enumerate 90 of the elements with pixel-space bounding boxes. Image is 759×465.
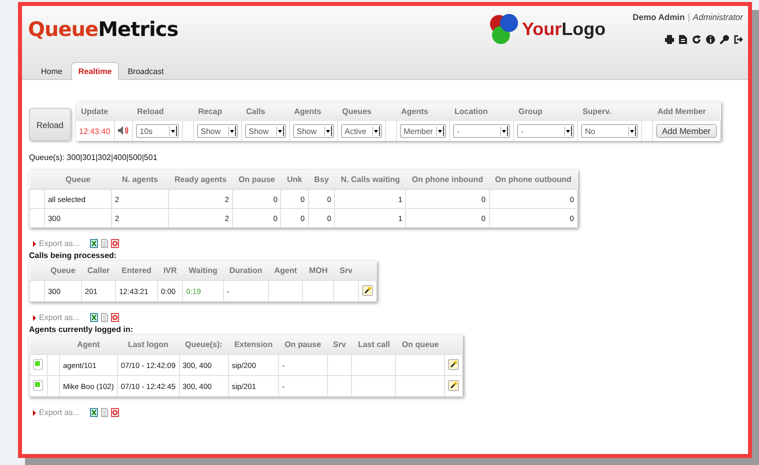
column-header: Recap bbox=[198, 107, 222, 116]
column-header: Ready agents bbox=[174, 175, 227, 184]
column-header: Reload bbox=[137, 107, 164, 116]
column-header: Last call bbox=[358, 340, 390, 349]
export-link[interactable]: Export as... bbox=[39, 313, 80, 322]
column-header: On queue bbox=[402, 340, 439, 349]
pdf-icon[interactable] bbox=[111, 408, 120, 417]
reload-button[interactable]: Reload bbox=[29, 108, 71, 141]
key-icon[interactable] bbox=[720, 35, 729, 44]
export-link[interactable]: Export as... bbox=[39, 408, 80, 417]
spreadsheet-icon[interactable] bbox=[90, 239, 98, 248]
spreadsheet-icon[interactable] bbox=[90, 408, 98, 417]
speaker-icon[interactable] bbox=[118, 126, 129, 134]
column-header: Bsy bbox=[314, 175, 329, 184]
column-header: On phone outbound bbox=[495, 175, 572, 184]
column-header: Agents bbox=[401, 107, 428, 116]
column-header: N. Calls waiting bbox=[340, 175, 400, 184]
column-header: Unk bbox=[286, 175, 302, 184]
user-name: Demo Admin bbox=[632, 12, 685, 22]
column-header: Add Member bbox=[657, 107, 706, 116]
dropdown[interactable]: No bbox=[580, 124, 638, 138]
dropdown[interactable]: Member bbox=[400, 124, 446, 138]
tab[interactable]: Broadcast bbox=[120, 62, 171, 80]
logout-icon[interactable] bbox=[734, 35, 743, 44]
document-icon[interactable] bbox=[679, 35, 687, 44]
caret-icon bbox=[630, 130, 634, 132]
dropdown[interactable]: Show bbox=[196, 124, 238, 138]
user-role: Administrator bbox=[692, 12, 743, 22]
dropdown[interactable]: - bbox=[516, 124, 574, 138]
section-title: Calls being processed: bbox=[29, 251, 118, 260]
column-header: Srv bbox=[333, 340, 346, 349]
column-header: On phone inbound bbox=[412, 175, 484, 184]
column-header: Agent bbox=[77, 340, 100, 349]
queue-list: Queue(s): 300|301|302|400|500|501 bbox=[29, 153, 748, 162]
pencil-icon[interactable] bbox=[362, 284, 374, 296]
spreadsheet-icon[interactable] bbox=[90, 313, 98, 322]
update-time: 12:43:40 bbox=[79, 126, 110, 136]
triangle-icon bbox=[33, 314, 36, 320]
caret-icon bbox=[438, 130, 442, 132]
column-header: N. agents bbox=[122, 175, 158, 184]
app-logo: QueueMetrics bbox=[28, 17, 178, 41]
tab[interactable]: Home bbox=[34, 62, 70, 80]
dropdown[interactable]: Show bbox=[292, 124, 334, 138]
column-header: On pause bbox=[238, 175, 275, 184]
column-header: On pause bbox=[284, 340, 322, 349]
dropdown[interactable]: 10s bbox=[136, 124, 179, 138]
column-header: Extension bbox=[234, 340, 273, 349]
column-header: Caller bbox=[87, 266, 110, 275]
column-header: Agents bbox=[294, 107, 322, 116]
info-icon[interactable] bbox=[706, 35, 715, 44]
caret-icon bbox=[374, 130, 378, 132]
add-member-button[interactable]: Add Member bbox=[656, 124, 717, 138]
brand-logo: YourLogo bbox=[522, 18, 606, 40]
column-header: Group bbox=[518, 107, 542, 116]
column-header: Waiting bbox=[188, 266, 218, 275]
column-header: Last logon bbox=[128, 340, 168, 349]
column-header: Update bbox=[81, 107, 108, 116]
separator: | bbox=[688, 12, 690, 22]
column-header: MOH bbox=[308, 266, 328, 275]
column-header: Agent bbox=[274, 266, 297, 275]
caret-icon bbox=[170, 130, 175, 132]
export-link[interactable]: Export as... bbox=[39, 239, 80, 248]
caret-icon bbox=[326, 130, 330, 132]
dropdown[interactable]: - bbox=[452, 124, 510, 138]
section-title: Agents currently logged in: bbox=[29, 325, 134, 334]
column-header: Queue bbox=[66, 175, 90, 184]
refresh-icon[interactable] bbox=[692, 35, 701, 44]
column-header: Location bbox=[454, 107, 488, 116]
pencil-icon[interactable] bbox=[448, 358, 460, 370]
dropdown[interactable]: Active bbox=[340, 124, 382, 138]
triangle-icon bbox=[33, 410, 36, 416]
column-header: Queues bbox=[342, 107, 372, 116]
column-header: Queue bbox=[50, 266, 76, 275]
caret-icon bbox=[566, 130, 570, 132]
column-header: Superv. bbox=[582, 107, 612, 116]
column-header: Srv bbox=[340, 266, 353, 275]
pdf-icon[interactable] bbox=[111, 239, 120, 248]
caret-icon bbox=[502, 130, 506, 132]
pdf-icon[interactable] bbox=[111, 313, 120, 322]
caret-icon bbox=[230, 130, 234, 132]
tab[interactable]: Realtime bbox=[71, 62, 119, 80]
dropdown[interactable]: Show bbox=[244, 124, 286, 138]
column-header: Calls bbox=[246, 107, 266, 116]
pencil-icon[interactable] bbox=[448, 380, 460, 390]
column-header: Queue(s): bbox=[185, 340, 222, 349]
column-header: Entered bbox=[122, 266, 152, 275]
triangle-icon bbox=[33, 240, 36, 246]
column-header: Duration bbox=[229, 266, 262, 275]
column-header: IVR bbox=[163, 266, 177, 275]
caret-icon bbox=[278, 130, 282, 132]
